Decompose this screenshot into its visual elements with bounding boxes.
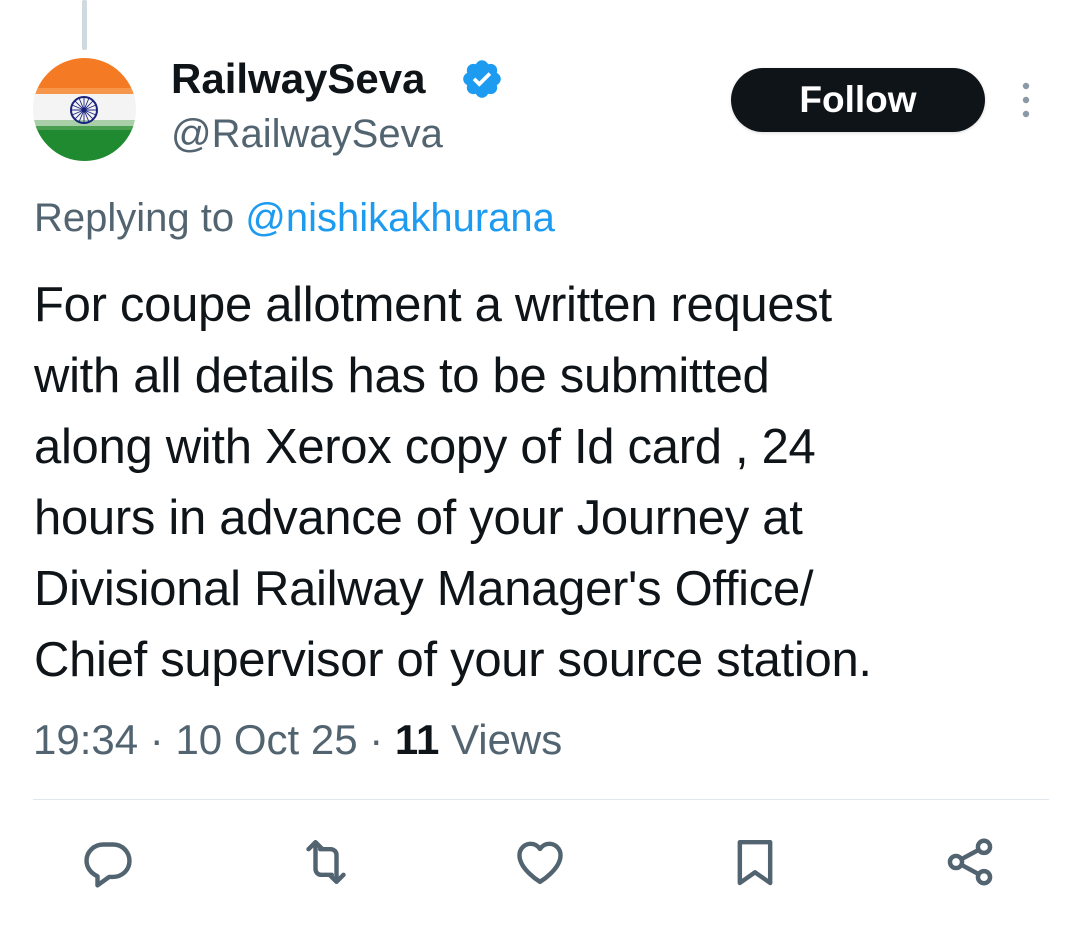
tweet-text: For coupe allotment a written request wi…: [34, 270, 1054, 696]
retweet-icon: [306, 839, 346, 885]
replying-to-label: Replying to: [34, 196, 235, 240]
bookmark-icon: [737, 839, 773, 886]
reply-icon: [84, 842, 132, 888]
reply-mention-link[interactable]: @nishikakhurana: [245, 196, 555, 240]
verified-badge-icon: [463, 60, 501, 98]
divider: [33, 799, 1049, 800]
tweet-text-line: For coupe allotment a written request: [34, 278, 832, 332]
share-icon: [947, 838, 993, 886]
tweet-text-line: hours in advance of your Journey at: [34, 491, 803, 545]
views-label[interactable]: Views: [451, 716, 562, 763]
tweet-meta: 19:34 · 10 Oct 25 · 11 Views: [33, 713, 562, 767]
replying-to-line: Replying to @nishikakhurana: [34, 192, 555, 244]
like-icon: [517, 841, 563, 885]
share-button[interactable]: [940, 832, 1000, 892]
reply-button[interactable]: [78, 832, 138, 892]
more-vertical-icon[interactable]: [1014, 80, 1038, 120]
meta-separator: ·: [149, 716, 164, 763]
retweet-button[interactable]: [296, 832, 356, 892]
author-display-name[interactable]: RailwaySeva: [171, 54, 426, 104]
tweet-date[interactable]: 10 Oct 25: [175, 716, 357, 763]
avatar[interactable]: [33, 58, 136, 161]
bookmark-button[interactable]: [725, 832, 785, 892]
tweet-text-line: with all details has to be submitted: [34, 349, 770, 403]
tweet-text-line: along with Xerox copy of Id card , 24: [34, 420, 816, 474]
tweet-text-line: Chief supervisor of your source station.: [34, 633, 872, 687]
india-flag-avatar: [33, 58, 136, 161]
views-count[interactable]: 11: [395, 716, 439, 763]
tweet-text-line: Divisional Railway Manager's Office/: [34, 562, 814, 616]
like-button[interactable]: [510, 832, 570, 892]
tweet-time[interactable]: 19:34: [33, 716, 138, 763]
thread-connector-line: [82, 0, 87, 50]
follow-button[interactable]: Follow: [731, 68, 985, 132]
meta-separator: ·: [369, 716, 384, 763]
author-handle[interactable]: @RailwaySeva: [171, 110, 443, 158]
